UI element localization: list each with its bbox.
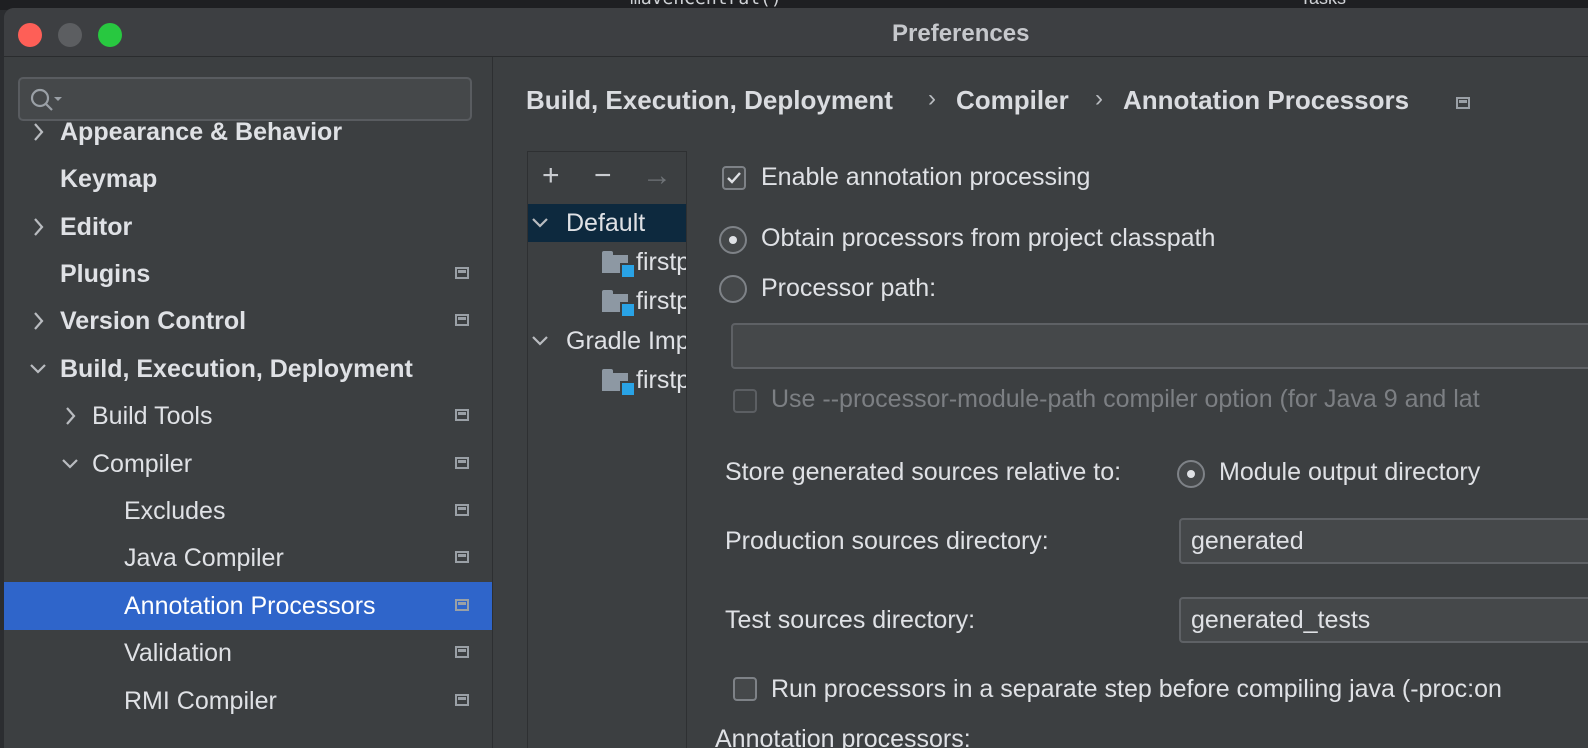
enable-annotation-processing-checkbox[interactable] <box>722 166 746 190</box>
sidebar-item-build-tools[interactable]: Build Tools <box>4 392 492 440</box>
project-scope-icon <box>455 551 469 563</box>
separate-step-label: Run processors in a separate step before… <box>771 675 1502 703</box>
project-scope-icon <box>455 314 469 326</box>
profile-module[interactable]: firstp <box>528 282 687 320</box>
module-label: firstp <box>636 287 687 315</box>
profile-group[interactable]: Gradle Imp <box>528 322 687 360</box>
sidebar-item-appearance-behavior[interactable]: Appearance & Behavior <box>4 108 492 156</box>
module-output-directory-radio[interactable] <box>1177 460 1205 488</box>
sidebar-item-label: Annotation Processors <box>124 592 376 620</box>
sidebar-item-label: Build, Execution, Deployment <box>60 355 413 383</box>
enable-annotation-processing-label: Enable annotation processing <box>761 163 1091 191</box>
sidebar-item-validation[interactable]: Validation <box>4 629 492 677</box>
title-bar: Preferences <box>4 8 1588 57</box>
processor-module-path-checkbox[interactable] <box>733 389 757 413</box>
sidebar-item-label: Appearance & Behavior <box>60 118 343 146</box>
project-scope-icon <box>455 504 469 516</box>
sidebar-item-annotation-processors[interactable]: Annotation Processors <box>4 582 492 630</box>
sidebar-item-build-execution-deployment[interactable]: Build, Execution, Deployment <box>4 345 492 393</box>
sidebar-item-label: RMI Compiler <box>124 687 277 715</box>
sidebar-item-excludes[interactable]: Excludes <box>4 487 492 535</box>
project-scope-icon <box>455 599 469 611</box>
module-label: firstp <box>636 248 687 276</box>
sidebar-item-version-control[interactable]: Version Control <box>4 297 492 345</box>
processor-profiles-list: + − → Default firstp firstp Gradle Imp first… <box>527 151 687 748</box>
preferences-window: Preferences Appearance & Behavior Keymap E… <box>4 8 1588 748</box>
production-sources-field[interactable]: generated <box>1179 518 1588 564</box>
profile-label: Default <box>566 209 646 237</box>
settings-sidebar: Appearance & Behavior Keymap Editor Plugins… <box>4 57 493 748</box>
profile-module[interactable]: firstp <box>528 243 687 281</box>
store-relative-label: Store generated sources relative to: <box>725 458 1122 486</box>
add-profile-button[interactable]: + <box>542 158 560 194</box>
sidebar-item-label: Version Control <box>60 307 247 335</box>
breadcrumb-separator: › <box>1095 85 1103 112</box>
checkmark-icon <box>727 172 741 184</box>
project-scope-icon <box>455 409 469 421</box>
production-sources-label: Production sources directory: <box>725 527 1049 555</box>
chevron-right-icon[interactable] <box>60 392 80 440</box>
processor-path-radio[interactable] <box>719 275 747 303</box>
minimize-window-button[interactable] <box>58 23 82 47</box>
move-to-profile-button[interactable]: → <box>642 158 672 194</box>
breadcrumb-item-compiler[interactable]: Compiler <box>956 85 1069 116</box>
sidebar-item-label: Java Compiler <box>124 544 284 572</box>
chevron-down-icon[interactable] <box>530 322 550 360</box>
profile-label: Gradle Imp <box>566 327 687 355</box>
chevron-right-icon[interactable] <box>28 297 48 345</box>
sidebar-item-compiler[interactable]: Compiler <box>4 440 492 488</box>
processor-path-field[interactable] <box>731 323 1588 369</box>
sidebar-item-keymap[interactable]: Keymap <box>4 155 492 203</box>
breadcrumb-item-annotation-processors[interactable]: Annotation Processors <box>1123 85 1409 116</box>
project-scope-icon <box>455 646 469 658</box>
processor-module-path-label: Use --processor-module-path compiler opt… <box>771 385 1480 413</box>
profile-group[interactable]: Default <box>528 204 686 242</box>
project-scope-icon <box>455 694 469 706</box>
annotation-processors-label: Annotation processors: <box>715 725 971 748</box>
processor-path-label: Processor path: <box>761 274 937 302</box>
chevron-down-icon[interactable] <box>530 204 550 242</box>
module-label: firstp <box>636 366 687 394</box>
chevron-right-icon[interactable] <box>28 203 48 251</box>
sidebar-item-label: Build Tools <box>92 402 213 430</box>
breadcrumb-item-build-execution-deployment[interactable]: Build, Execution, Deployment <box>526 85 893 116</box>
module-output-directory-label: Module output directory <box>1219 458 1481 486</box>
close-window-button[interactable] <box>18 23 42 47</box>
module-folder-icon <box>602 251 636 279</box>
breadcrumb-separator: › <box>928 85 936 112</box>
sidebar-item-rmi-compiler[interactable]: RMI Compiler <box>4 677 492 725</box>
module-folder-icon <box>602 369 636 397</box>
window-title: Preferences <box>892 20 1030 47</box>
sidebar-item-label: Plugins <box>60 260 151 288</box>
separate-step-checkbox[interactable] <box>733 677 757 701</box>
profile-module[interactable]: firstp <box>528 361 687 399</box>
annotation-processors-panel: Build, Execution, Deployment › Compiler › An… <box>493 57 1588 748</box>
obtain-from-classpath-label: Obtain processors from project classpath <box>761 224 1216 252</box>
chevron-down-icon[interactable] <box>60 440 80 488</box>
zoom-window-button[interactable] <box>98 23 122 47</box>
chevron-right-icon[interactable] <box>28 108 48 156</box>
sidebar-item-plugins[interactable]: Plugins <box>4 250 492 298</box>
test-sources-field[interactable]: generated_tests <box>1179 597 1588 643</box>
module-folder-icon <box>602 290 636 318</box>
sidebar-item-label: Editor <box>60 213 133 241</box>
sidebar-item-java-compiler[interactable]: Java Compiler <box>4 534 492 582</box>
remove-profile-button[interactable]: − <box>594 158 612 194</box>
sidebar-item-label: Validation <box>124 639 232 667</box>
sidebar-item-label: Excludes <box>124 497 226 525</box>
obtain-from-classpath-radio[interactable] <box>719 226 747 254</box>
project-scope-icon <box>455 267 469 279</box>
project-scope-icon <box>455 457 469 469</box>
sidebar-item-editor[interactable]: Editor <box>4 203 492 251</box>
test-sources-label: Test sources directory: <box>725 606 976 634</box>
sidebar-item-label: Compiler <box>92 450 193 478</box>
project-scope-icon <box>1456 97 1470 109</box>
chevron-down-icon[interactable] <box>28 345 48 393</box>
sidebar-item-label: Keymap <box>60 165 158 193</box>
